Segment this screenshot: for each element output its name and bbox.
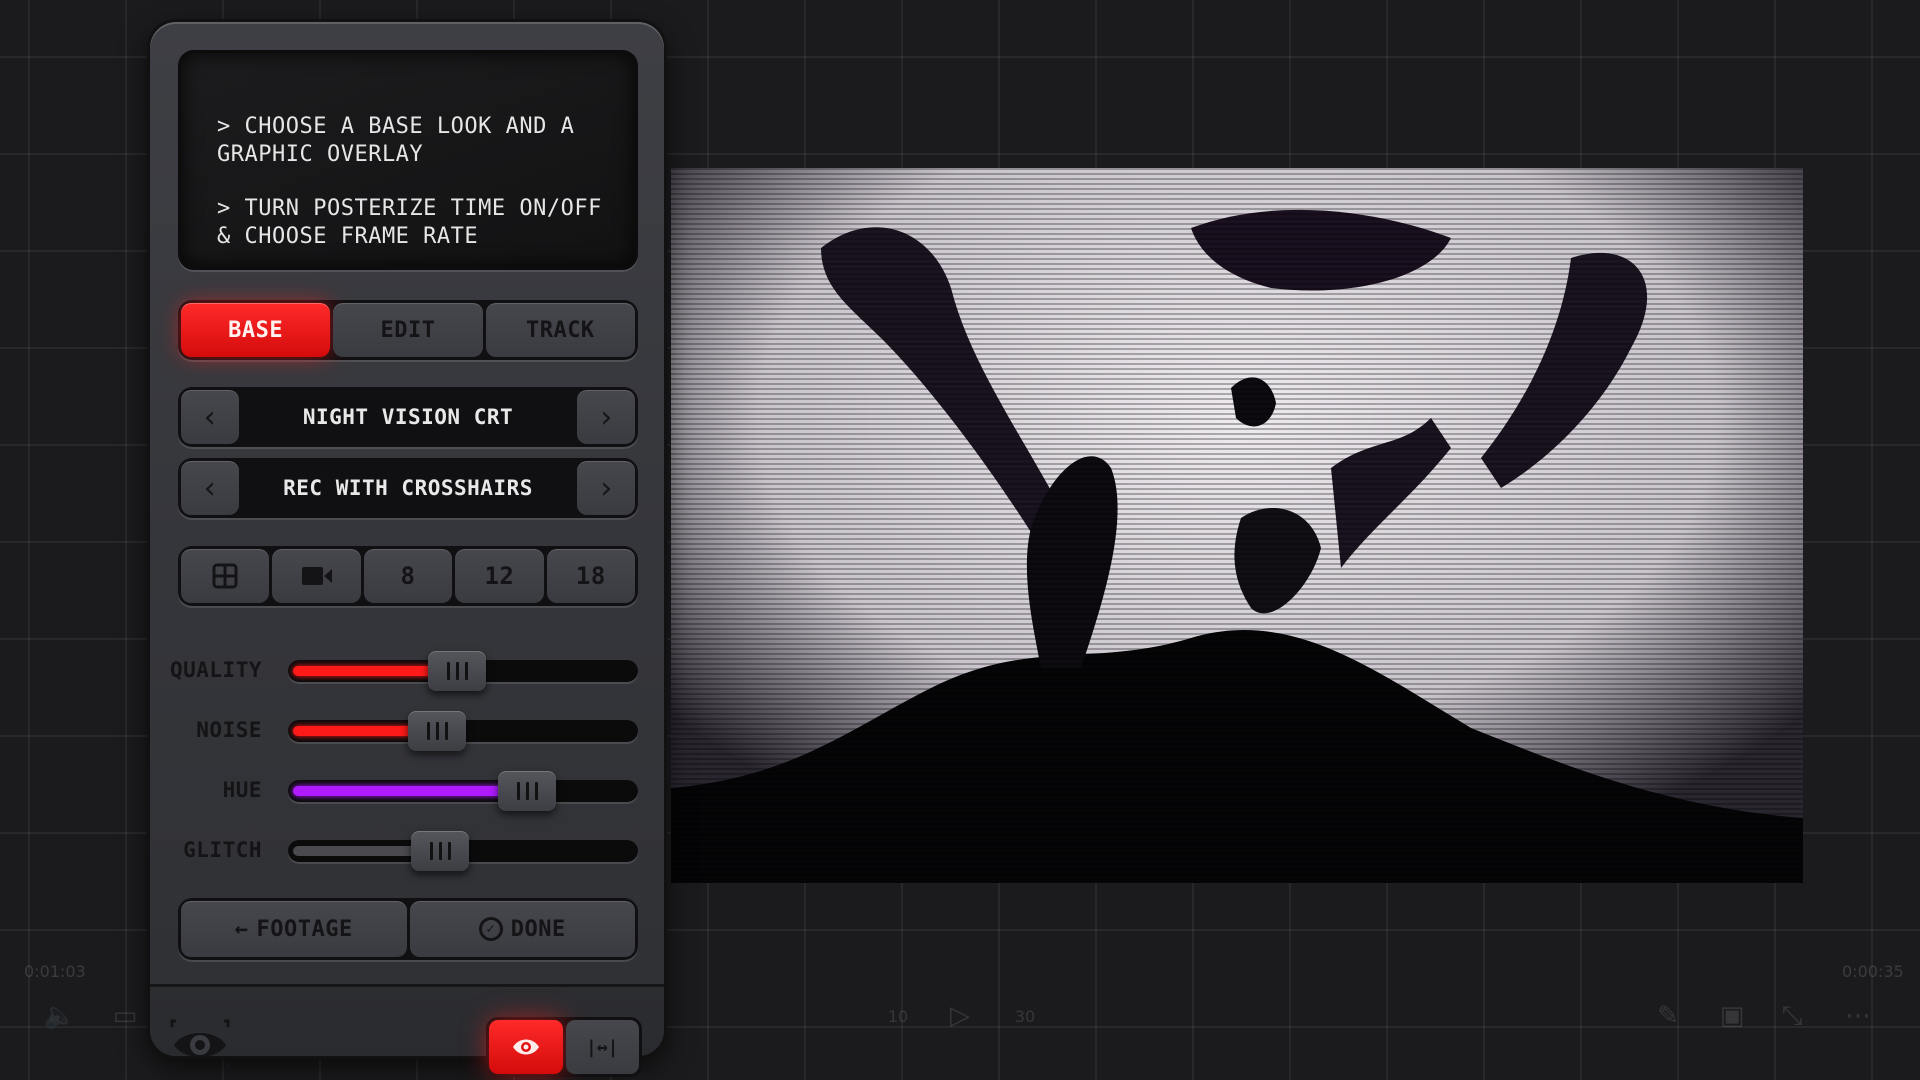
overlay-value: REC WITH CROSSHAIRS bbox=[283, 476, 533, 500]
grip-line bbox=[525, 782, 529, 800]
fit-width-icon: |↔| bbox=[585, 1036, 619, 1058]
grid-icon bbox=[212, 563, 238, 589]
slider-noise: NOISE bbox=[150, 710, 664, 751]
slider-fill bbox=[293, 726, 417, 736]
slider-label: QUALITY bbox=[169, 658, 262, 682]
slider-fill bbox=[293, 666, 437, 676]
grip-line bbox=[455, 662, 459, 680]
frame-rate-8[interactable]: 8 bbox=[363, 549, 453, 603]
slider-thumb[interactable] bbox=[411, 831, 469, 871]
overlay-selector: ‹ REC WITH CROSSHAIRS › bbox=[178, 458, 638, 518]
grip-line bbox=[429, 842, 433, 860]
volume-icon[interactable]: 🔈 bbox=[40, 998, 80, 1034]
pencil-icon[interactable]: ✎ bbox=[1648, 998, 1688, 1034]
frame-rate-12[interactable]: 12 bbox=[455, 549, 544, 603]
frame-rate-18[interactable]: 18 bbox=[546, 549, 636, 603]
overlay-prev-button[interactable]: ‹ bbox=[181, 461, 239, 515]
done-button[interactable]: ✓ DONE bbox=[409, 901, 635, 957]
view-mode-fit[interactable]: |↔| bbox=[565, 1020, 639, 1074]
chevron-left-icon: ‹ bbox=[200, 470, 220, 506]
tab-track[interactable]: TRACK bbox=[485, 303, 635, 357]
tab-base[interactable]: BASE bbox=[181, 303, 331, 357]
panel-footer: |↔| bbox=[150, 984, 664, 1077]
video-camera-icon bbox=[301, 567, 332, 585]
instruction-line-2: > TURN POSTERIZE TIME ON/OFF & CHOOSE FR… bbox=[217, 196, 602, 249]
forward-30-label: 30 bbox=[1014, 1006, 1036, 1026]
slider-thumb[interactable] bbox=[408, 711, 466, 751]
play-button[interactable]: ▷ bbox=[940, 998, 980, 1034]
overlay-next-button[interactable]: › bbox=[577, 461, 635, 515]
grip-line bbox=[447, 842, 451, 860]
slider-track[interactable] bbox=[288, 651, 638, 691]
action-buttons: ← FOOTAGE ✓ DONE bbox=[178, 898, 638, 960]
slider-hue: HUE bbox=[150, 770, 664, 811]
mode-tabs: BASE EDIT TRACK bbox=[178, 300, 638, 360]
elapsed-time: 0:01:03 bbox=[24, 962, 86, 981]
chevron-left-icon: ‹ bbox=[200, 399, 220, 435]
video-preview bbox=[671, 168, 1803, 883]
slider-track[interactable] bbox=[288, 711, 638, 751]
slider-thumb[interactable] bbox=[498, 771, 556, 811]
grip-line bbox=[464, 662, 468, 680]
base-look-value: NIGHT VISION CRT bbox=[302, 405, 514, 429]
instruction-line-1: > CHOOSE A BASE LOOK AND A GRAPHIC OVERL… bbox=[217, 114, 575, 167]
effect-control-panel: > CHOOSE A BASE LOOK AND A GRAPHIC OVERL… bbox=[150, 22, 664, 1077]
rewind-10-label: 10 bbox=[887, 1006, 909, 1026]
chevron-right-icon: › bbox=[596, 470, 616, 506]
remaining-time: 0:00:35 bbox=[1842, 962, 1904, 981]
slider-quality: QUALITY bbox=[150, 650, 664, 691]
base-look-selector: ‹ NIGHT VISION CRT › bbox=[178, 387, 638, 447]
eye-icon bbox=[512, 1039, 539, 1055]
arrow-left-icon: ← bbox=[234, 916, 249, 942]
slider-thumb[interactable] bbox=[428, 651, 486, 691]
posterize-off-button[interactable] bbox=[272, 549, 361, 603]
slider-label: GLITCH bbox=[183, 838, 262, 862]
grip-line bbox=[426, 722, 430, 740]
grip-line bbox=[516, 782, 520, 800]
grip-line bbox=[435, 722, 439, 740]
slider-label: HUE bbox=[222, 778, 262, 802]
slider-label: NOISE bbox=[196, 718, 262, 742]
view-mode-preview[interactable] bbox=[489, 1020, 563, 1074]
grip-line bbox=[534, 782, 538, 800]
instruction-screen: > CHOOSE A BASE LOOK AND A GRAPHIC OVERL… bbox=[178, 50, 638, 270]
slider-fill bbox=[293, 786, 507, 796]
picture-in-picture-icon[interactable]: ▣ bbox=[1712, 998, 1752, 1034]
more-icon[interactable]: ⋯ bbox=[1838, 998, 1878, 1034]
footage-label: FOOTAGE bbox=[256, 916, 353, 942]
base-look-next-button[interactable]: › bbox=[577, 390, 635, 444]
slider-glitch: GLITCH bbox=[150, 830, 664, 871]
preview-toggle-button[interactable] bbox=[170, 1017, 230, 1073]
slider-fill bbox=[293, 846, 420, 856]
slider-track[interactable] bbox=[288, 831, 638, 871]
grip-line bbox=[438, 842, 442, 860]
eye-focus-icon bbox=[170, 1019, 230, 1071]
slider-track[interactable] bbox=[288, 771, 638, 811]
captions-icon[interactable]: ▭ bbox=[105, 998, 145, 1034]
chevron-right-icon: › bbox=[596, 399, 616, 435]
grip-line bbox=[446, 662, 450, 680]
done-label: DONE bbox=[510, 916, 566, 942]
view-mode-group: |↔| bbox=[486, 1017, 642, 1077]
collapse-icon[interactable]: ⤡ bbox=[1772, 998, 1812, 1034]
base-look-prev-button[interactable]: ‹ bbox=[181, 390, 239, 444]
grip-line bbox=[444, 722, 448, 740]
check-circle-icon: ✓ bbox=[478, 917, 503, 941]
frame-rate-selector: 8 12 18 bbox=[178, 546, 638, 606]
forward-30-button[interactable]: 30 bbox=[1005, 998, 1045, 1034]
footage-button[interactable]: ← FOOTAGE bbox=[181, 901, 407, 957]
tab-edit[interactable]: EDIT bbox=[333, 303, 483, 357]
rewind-10-button[interactable]: 10 bbox=[878, 998, 918, 1034]
posterize-grid-button[interactable] bbox=[181, 549, 270, 603]
glitch-frame bbox=[671, 168, 1803, 883]
